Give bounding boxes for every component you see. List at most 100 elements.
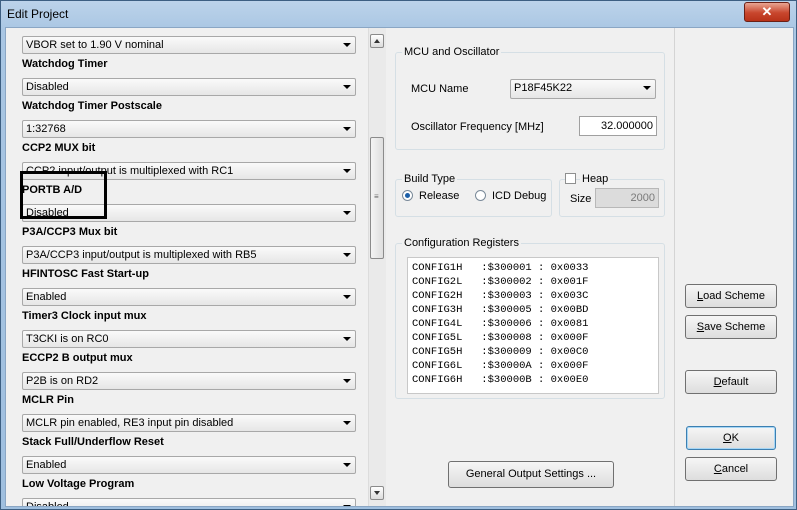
heap-size-input[interactable]: 2000 bbox=[595, 188, 659, 208]
setting-label: MCLR Pin bbox=[22, 394, 74, 406]
config-register-line: CONFIG1H :$300001 : 0x0033 bbox=[412, 262, 589, 274]
chevron-down-icon bbox=[343, 127, 351, 131]
setting-label: Stack Full/Underflow Reset bbox=[22, 436, 164, 448]
scroll-thumb[interactable]: ≡ bbox=[370, 137, 384, 259]
setting-value: T3CKI is on RC0 bbox=[26, 333, 109, 345]
heap-size-label: Size bbox=[570, 193, 592, 205]
cancel-label: ancel bbox=[721, 463, 749, 475]
setting-value: Enabled bbox=[26, 291, 67, 303]
mcu-name-value: P18F45K22 bbox=[514, 82, 573, 94]
config-register-line: CONFIG6H :$30000B : 0x00E0 bbox=[412, 374, 589, 386]
config-register-line: CONFIG5L :$300008 : 0x000F bbox=[412, 332, 589, 344]
chevron-down-icon bbox=[343, 211, 351, 215]
config-register-line: CONFIG6L :$30000A : 0x000F bbox=[412, 360, 589, 372]
close-icon: ✕ bbox=[761, 4, 773, 19]
setting-value: Enabled bbox=[26, 459, 67, 471]
chevron-down-icon bbox=[343, 169, 351, 173]
chevron-down-icon bbox=[343, 379, 351, 383]
mcu-name-label: MCU Name bbox=[411, 83, 469, 95]
ok-button[interactable]: OK bbox=[686, 426, 776, 450]
load-scheme-button[interactable]: Load Scheme bbox=[685, 284, 777, 308]
config-register-line: CONFIG2H :$300003 : 0x003C bbox=[412, 290, 589, 302]
setting-select[interactable]: P3A/CCP3 input/output is multiplexed wit… bbox=[22, 246, 356, 264]
save-scheme-label: ave Scheme bbox=[704, 321, 766, 333]
setting-value: VBOR set to 1.90 V nominal bbox=[26, 39, 164, 51]
chevron-down-icon bbox=[343, 337, 351, 341]
setting-label: HFINTOSC Fast Start-up bbox=[22, 268, 149, 280]
config-settings-panel: VBOR set to 1.90 V nominal Watchdog Timer… bbox=[6, 28, 368, 506]
window-title: Edit Project bbox=[7, 7, 69, 21]
setting-value: Disabled bbox=[26, 81, 69, 93]
setting-select[interactable]: Enabled bbox=[22, 288, 356, 306]
config-register-line: CONFIG3H :$300005 : 0x00BD bbox=[412, 304, 589, 316]
setting-value: P3A/CCP3 input/output is multiplexed wit… bbox=[26, 249, 257, 261]
setting-label: ECCP2 B output mux bbox=[22, 352, 133, 364]
save-scheme-mnemonic: S bbox=[696, 321, 705, 333]
chevron-down-icon bbox=[343, 253, 351, 257]
scroll-up-button[interactable] bbox=[370, 34, 384, 48]
chevron-down-icon bbox=[643, 86, 651, 90]
cancel-mnemonic: C bbox=[713, 463, 722, 475]
setting-value: P2B is on RD2 bbox=[26, 375, 99, 387]
setting-label: Timer3 Clock input mux bbox=[22, 310, 147, 322]
build-type-title: Build Type bbox=[402, 173, 458, 185]
setting-select[interactable]: Disabled bbox=[22, 78, 356, 96]
setting-select[interactable]: Disabled bbox=[22, 498, 356, 506]
chevron-down-icon bbox=[343, 463, 351, 467]
highlight-box bbox=[20, 171, 107, 219]
setting-select[interactable]: T3CKI is on RC0 bbox=[22, 330, 356, 348]
setting-value: 1:32768 bbox=[26, 123, 66, 135]
oscillator-frequency-input[interactable]: 32.000000 bbox=[579, 116, 657, 136]
config-register-line: CONFIG5H :$300009 : 0x00C0 bbox=[412, 346, 589, 358]
settings-scrollbar[interactable]: ≡ bbox=[368, 28, 386, 506]
mcu-group-title: MCU and Oscillator bbox=[402, 46, 502, 58]
ok-label: K bbox=[731, 432, 739, 444]
icd-debug-radio[interactable] bbox=[475, 190, 486, 201]
default-mnemonic: D bbox=[713, 376, 722, 388]
chevron-down-icon bbox=[343, 295, 351, 299]
default-label: efault bbox=[721, 376, 749, 388]
heap-checkbox[interactable] bbox=[565, 173, 576, 184]
chevron-down-icon bbox=[343, 43, 351, 47]
setting-value: Disabled bbox=[26, 501, 69, 506]
chevron-down-icon bbox=[343, 85, 351, 89]
scroll-down-button[interactable] bbox=[370, 486, 384, 500]
setting-label: Watchdog Timer bbox=[22, 58, 108, 70]
close-button[interactable]: ✕ bbox=[744, 2, 790, 22]
mcu-name-select[interactable]: P18F45K22 bbox=[510, 79, 656, 99]
config-register-line: CONFIG4L :$300006 : 0x0081 bbox=[412, 318, 589, 330]
grip-icon: ≡ bbox=[374, 192, 379, 201]
oscillator-frequency-label: Oscillator Frequency [MHz] bbox=[411, 121, 544, 133]
default-button[interactable]: Default bbox=[685, 370, 777, 394]
config-registers-list[interactable]: CONFIG1H :$300001 : 0x0033 CONFIG2L :$300… bbox=[407, 257, 659, 394]
setting-label: P3A/CCP3 Mux bit bbox=[22, 226, 118, 238]
arrow-down-icon bbox=[374, 491, 380, 495]
setting-select[interactable]: P2B is on RD2 bbox=[22, 372, 356, 390]
setting-select[interactable]: 1:32768 bbox=[22, 120, 356, 138]
arrow-up-icon bbox=[374, 39, 380, 43]
edit-project-window: Edit Project ✕ VBOR set to 1.90 V nomina… bbox=[0, 0, 797, 510]
setting-label: Watchdog Timer Postscale bbox=[22, 100, 162, 112]
setting-value: MCLR pin enabled, RE3 input pin disabled bbox=[26, 417, 234, 429]
right-divider bbox=[674, 28, 675, 506]
title-bar[interactable]: Edit Project ✕ bbox=[1, 1, 796, 27]
general-output-settings-button[interactable]: General Output Settings ... bbox=[448, 461, 614, 488]
setting-select[interactable]: Enabled bbox=[22, 456, 356, 474]
ok-mnemonic: O bbox=[723, 432, 732, 444]
dialog-client: VBOR set to 1.90 V nominal Watchdog Timer… bbox=[5, 27, 794, 507]
setting-select[interactable]: MCLR pin enabled, RE3 input pin disabled bbox=[22, 414, 356, 432]
chevron-down-icon bbox=[343, 421, 351, 425]
radio-selected-dot bbox=[405, 193, 410, 198]
setting-label: CCP2 MUX bit bbox=[22, 142, 96, 154]
setting-label: Low Voltage Program bbox=[22, 478, 135, 490]
cancel-button[interactable]: Cancel bbox=[685, 457, 777, 481]
chevron-down-icon bbox=[343, 505, 351, 506]
heap-label[interactable]: Heap bbox=[580, 173, 611, 185]
config-register-line: CONFIG2L :$300002 : 0x001F bbox=[412, 276, 589, 288]
save-scheme-button[interactable]: Save Scheme bbox=[685, 315, 777, 339]
icd-debug-label[interactable]: ICD Debug bbox=[492, 190, 546, 202]
config-registers-title: Configuration Registers bbox=[402, 237, 521, 249]
release-label[interactable]: Release bbox=[419, 190, 459, 202]
setting-select[interactable]: VBOR set to 1.90 V nominal bbox=[22, 36, 356, 54]
release-radio[interactable] bbox=[402, 190, 413, 201]
